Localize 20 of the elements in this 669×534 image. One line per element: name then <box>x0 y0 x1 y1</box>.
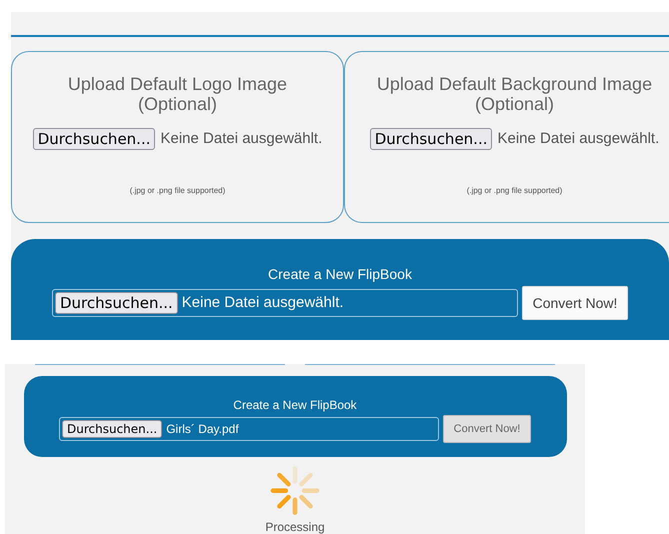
file-status-text: Keine Datei ausgewählt. <box>182 294 344 312</box>
card-subtitle: (Optional) <box>474 94 554 114</box>
file-input-field[interactable]: Durchsuchen... Girls´ Day.pdf <box>59 417 439 441</box>
file-status-text: Girls´ Day.pdf <box>166 422 239 436</box>
file-type-hint: (.jpg or .png file supported) <box>466 186 562 195</box>
browse-button[interactable]: Durchsuchen... <box>55 292 178 314</box>
file-input-field[interactable]: Durchsuchen... Keine Datei ausgewählt. <box>52 288 518 317</box>
card-title: Upload Default Logo Image <box>68 74 288 94</box>
card-subtitle: (Optional) <box>138 94 218 114</box>
browse-button[interactable]: Durchsuchen... <box>62 420 162 438</box>
panel-title: Create a New FlipBook <box>233 398 357 412</box>
file-status-text: Keine Datei ausgewählt. <box>497 130 660 148</box>
convert-now-button[interactable]: Convert Now! <box>522 286 628 320</box>
processing-label: Processing <box>265 520 325 534</box>
card-title: Upload Default Background Image <box>376 74 652 94</box>
browse-button[interactable]: Durchsuchen... <box>32 128 156 150</box>
browse-button[interactable]: Durchsuchen... <box>370 128 492 150</box>
file-status-text: Keine Datei ausgewählt. <box>160 130 322 148</box>
panel-title: Create a New FlipBook <box>268 266 412 282</box>
file-type-hint: (.jpg or .png file supported) <box>130 186 226 195</box>
